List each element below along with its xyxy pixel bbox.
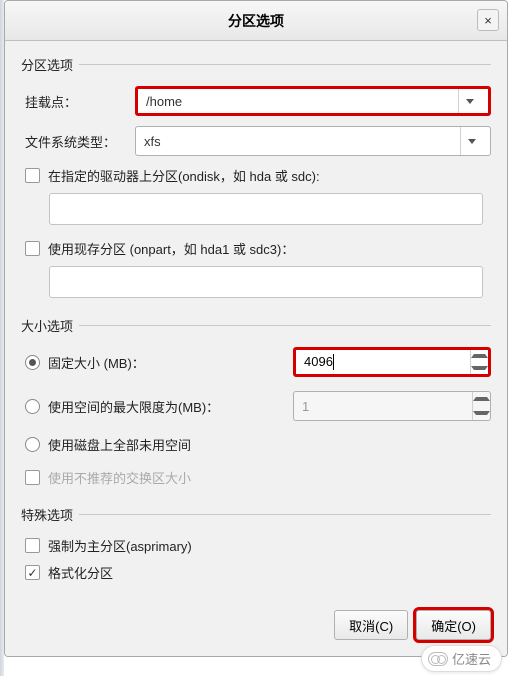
mount-point-combo[interactable]: /home xyxy=(135,86,491,116)
onpart-checkbox[interactable] xyxy=(25,241,40,256)
dialog-title: 分区选项 xyxy=(228,11,284,31)
asprimary-checkbox[interactable] xyxy=(25,538,40,553)
asprimary-label: 强制为主分区(asprimary) xyxy=(48,536,192,555)
dialog-footer: 取消(C) 确定(O) xyxy=(21,600,491,640)
watermark: 亿速云 xyxy=(421,645,502,672)
ok-button[interactable]: 确定(O) xyxy=(416,610,491,640)
section-title-size: 大小选项 xyxy=(21,316,73,335)
ondisk-input[interactable] xyxy=(49,193,483,225)
fs-type-value: xfs xyxy=(144,134,460,149)
swap-label: 使用不推荐的交换区大小 xyxy=(48,468,191,487)
fs-type-combo[interactable]: xfs xyxy=(135,126,491,156)
ondisk-label: 在指定的驱动器上分区(ondisk，如 hda 或 sdc): xyxy=(48,166,320,185)
chevron-down-icon xyxy=(460,127,482,155)
close-icon: × xyxy=(484,13,492,28)
fs-type-label: 文件系统类型： xyxy=(25,132,135,151)
spin-up-icon[interactable] xyxy=(473,392,490,406)
fill-space-radio[interactable] xyxy=(25,437,40,452)
format-checkbox[interactable] xyxy=(25,565,40,580)
spin-down-icon[interactable] xyxy=(471,362,488,374)
section-title-partition: 分区选项 xyxy=(21,55,73,74)
divider xyxy=(79,325,491,326)
divider xyxy=(79,64,491,65)
onpart-label: 使用现存分区 (onpart，如 hda1 或 sdc3)： xyxy=(48,239,294,258)
fixed-size-radio[interactable] xyxy=(25,355,40,370)
spin-up-icon[interactable] xyxy=(471,350,488,362)
section-special: 特殊选项 强制为主分区(asprimary) 格式化分区 xyxy=(21,505,491,582)
format-label: 格式化分区 xyxy=(48,563,113,582)
max-size-spinbox[interactable]: 1 xyxy=(293,391,491,421)
max-size-radio[interactable] xyxy=(25,399,40,414)
chevron-down-icon xyxy=(458,89,480,113)
watermark-text: 亿速云 xyxy=(452,649,491,668)
partition-options-dialog: 分区选项 × 分区选项 挂载点： /home 文件系统类型： xfs xyxy=(4,0,508,657)
close-button[interactable]: × xyxy=(477,9,499,31)
swap-checkbox[interactable] xyxy=(25,470,40,485)
spin-down-icon[interactable] xyxy=(473,406,490,420)
titlebar: 分区选项 × xyxy=(5,1,507,41)
ondisk-checkbox[interactable] xyxy=(25,168,40,183)
cancel-button[interactable]: 取消(C) xyxy=(334,610,408,640)
divider xyxy=(79,514,491,515)
fixed-size-value: 4096 xyxy=(304,354,333,369)
max-size-label: 使用空间的最大限度为(MB)： xyxy=(48,397,293,416)
fixed-size-label: 固定大小 (MB)： xyxy=(48,353,293,372)
mount-point-label: 挂载点： xyxy=(25,92,135,111)
cloud-icon xyxy=(428,652,448,666)
fill-space-label: 使用磁盘上全部未用空间 xyxy=(48,435,191,454)
section-partition: 分区选项 挂载点： /home 文件系统类型： xfs 在指定的驱动器 xyxy=(21,55,491,298)
max-size-value: 1 xyxy=(294,399,472,414)
section-title-special: 特殊选项 xyxy=(21,505,73,524)
dialog-content: 分区选项 挂载点： /home 文件系统类型： xfs 在指定的驱动器 xyxy=(5,41,507,656)
mount-point-value: /home xyxy=(146,94,458,109)
section-size: 大小选项 固定大小 (MB)： 4096 使用空间的最大限度为(MB)： xyxy=(21,316,491,487)
fixed-size-spinbox[interactable]: 4096 xyxy=(293,347,491,377)
onpart-input[interactable] xyxy=(49,266,483,298)
